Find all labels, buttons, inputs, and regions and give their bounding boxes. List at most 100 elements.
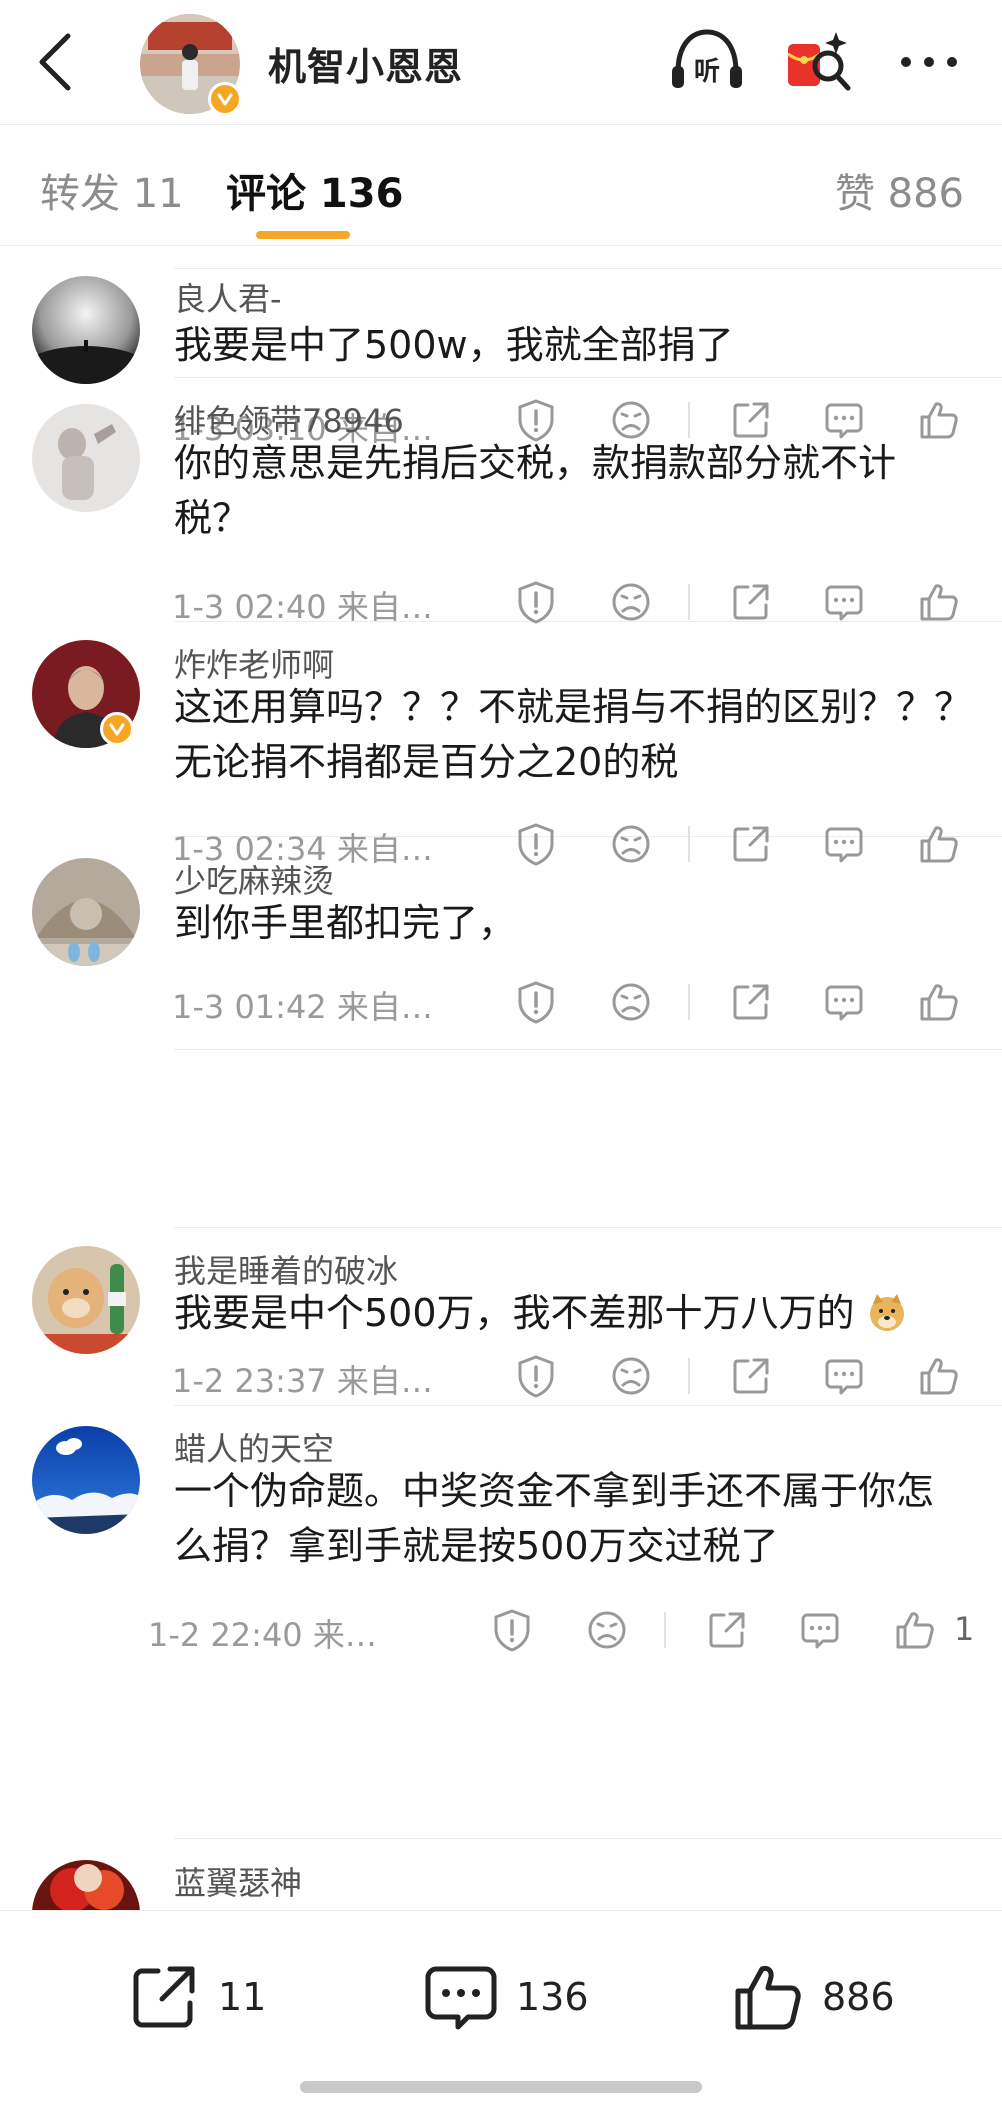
dislike-button[interactable]: [605, 576, 657, 628]
doge-emoji-icon: [867, 1292, 907, 1332]
commenter-name[interactable]: 良人君-: [174, 274, 282, 320]
report-button[interactable]: [486, 1604, 538, 1656]
share-icon: [709, 1612, 745, 1648]
share-button[interactable]: [725, 576, 777, 628]
report-button[interactable]: [510, 976, 562, 1028]
listen-button[interactable]: 听: [668, 26, 746, 94]
reply-button[interactable]: [818, 576, 870, 628]
divider: [174, 1405, 1002, 1406]
frown-face-icon: [612, 1357, 650, 1395]
red-packet-button[interactable]: [784, 26, 854, 98]
more-icon: [901, 57, 957, 67]
author-avatar[interactable]: [140, 14, 242, 116]
comment-button[interactable]: 136: [424, 1955, 589, 2039]
reply-button[interactable]: [818, 976, 870, 1028]
like-button[interactable]: [913, 976, 965, 1028]
report-button[interactable]: [510, 576, 562, 628]
comment-actions: [510, 976, 970, 1028]
share-icon: [133, 1966, 195, 2028]
action-separator: [688, 1358, 690, 1394]
report-icon: [518, 981, 554, 1024]
comment-meta: 1-3 02:40 来自…: [172, 588, 433, 626]
comment-text: 这还用算吗？？？不就是捐与不捐的区别？？？无论捐不捐都是百分之20的税: [174, 685, 973, 784]
dislike-button[interactable]: [581, 1604, 633, 1656]
repost-button[interactable]: 11: [128, 1955, 266, 2039]
comment-icon: [425, 1966, 497, 2030]
frown-face-icon: [588, 1611, 626, 1649]
like-button[interactable]: [913, 576, 965, 628]
like-button[interactable]: [913, 1350, 965, 1402]
like-button[interactable]: [913, 818, 965, 870]
comment-icon: [825, 1359, 863, 1395]
commenter-avatar[interactable]: [32, 1860, 140, 1910]
share-icon: [733, 984, 769, 1020]
report-icon: [518, 823, 554, 866]
comment-actions: [510, 1350, 970, 1402]
tab-repost[interactable]: 转发 11: [40, 161, 184, 219]
action-separator: [688, 826, 690, 862]
home-indicator: [300, 2081, 702, 2093]
dislike-button[interactable]: [605, 976, 657, 1028]
more-options-button[interactable]: [894, 34, 964, 90]
bottom-action-bar: 11 136 886: [0, 1910, 1002, 2107]
repost-count: 11: [218, 1975, 267, 2019]
share-icon: [733, 584, 769, 620]
top-nav-bar: 机智小恩恩 听: [0, 0, 1002, 124]
report-icon: [494, 1609, 530, 1652]
dislike-button[interactable]: [605, 1350, 657, 1402]
report-button[interactable]: [510, 1350, 562, 1402]
chevron-left-icon: [39, 33, 71, 91]
action-separator: [688, 984, 690, 1020]
share-icon: [733, 1358, 769, 1394]
report-icon: [518, 1355, 554, 1398]
reply-button[interactable]: [818, 818, 870, 870]
share-button[interactable]: [725, 976, 777, 1028]
thumbs-up-icon: [920, 826, 958, 863]
commenter-avatar[interactable]: [32, 858, 140, 966]
commenter-avatar[interactable]: [32, 1426, 140, 1534]
like-button[interactable]: [889, 1604, 941, 1656]
commenter-avatar[interactable]: [32, 1246, 140, 1354]
comment-meta: 1-3 01:42 来自…: [172, 988, 433, 1026]
divider: [174, 1049, 1002, 1050]
share-button[interactable]: [725, 818, 777, 870]
comment-actions: [510, 818, 970, 870]
tab-like[interactable]: 赞 886: [835, 161, 964, 219]
frown-face-icon: [612, 583, 650, 621]
verified-badge-icon: [100, 712, 134, 746]
report-button[interactable]: [510, 818, 562, 870]
comment-count: 136: [516, 1975, 589, 2019]
reply-button[interactable]: [818, 1350, 870, 1402]
commenter-avatar[interactable]: [32, 404, 140, 512]
account-name[interactable]: 机智小恩恩: [268, 36, 463, 91]
red-packet-icon: [787, 32, 851, 91]
share-button[interactable]: [725, 1350, 777, 1402]
back-button[interactable]: [28, 28, 84, 96]
thumbs-up-icon: [920, 402, 958, 439]
comment-meta: 1-2 22:40 来…: [148, 1616, 377, 1654]
comment-icon: [825, 827, 863, 863]
tab-comment[interactable]: 评论 136: [226, 161, 403, 219]
share-button[interactable]: [701, 1604, 753, 1656]
reply-button[interactable]: [794, 1604, 846, 1656]
comment-text: 你的意思是先捐后交税，款捐款部分就不计税？: [174, 441, 897, 540]
thumbs-up-icon: [920, 984, 958, 1021]
comment-text: 到你手里都扣完了，: [174, 901, 517, 945]
comment-text-content: 我要是中个500万，我不差那十万八万的: [174, 1291, 855, 1335]
dislike-button[interactable]: [605, 818, 657, 870]
comment-icon: [825, 403, 863, 439]
thumbs-up-icon: [896, 1612, 934, 1649]
comment-icon: [825, 585, 863, 621]
comment-meta: 1-2 23:37 来自…: [172, 1362, 433, 1400]
divider: [174, 1227, 1002, 1228]
report-icon: [518, 581, 554, 624]
thumbs-up-icon: [920, 584, 958, 621]
comment-list[interactable]: 良人君- 我要是中了500w，我就全部捐了 1-3 03:10 来自… 绯色领带…: [0, 246, 1002, 1910]
comment-text: 我要是中了500w，我就全部捐了: [174, 323, 734, 367]
commenter-avatar[interactable]: [32, 276, 140, 384]
listen-icon: 听: [672, 29, 742, 88]
share-icon: [733, 826, 769, 862]
like-post-button[interactable]: 886: [732, 1955, 895, 2039]
frown-face-icon: [612, 401, 650, 439]
commenter-name[interactable]: 蓝翼瑟神: [174, 1858, 302, 1904]
